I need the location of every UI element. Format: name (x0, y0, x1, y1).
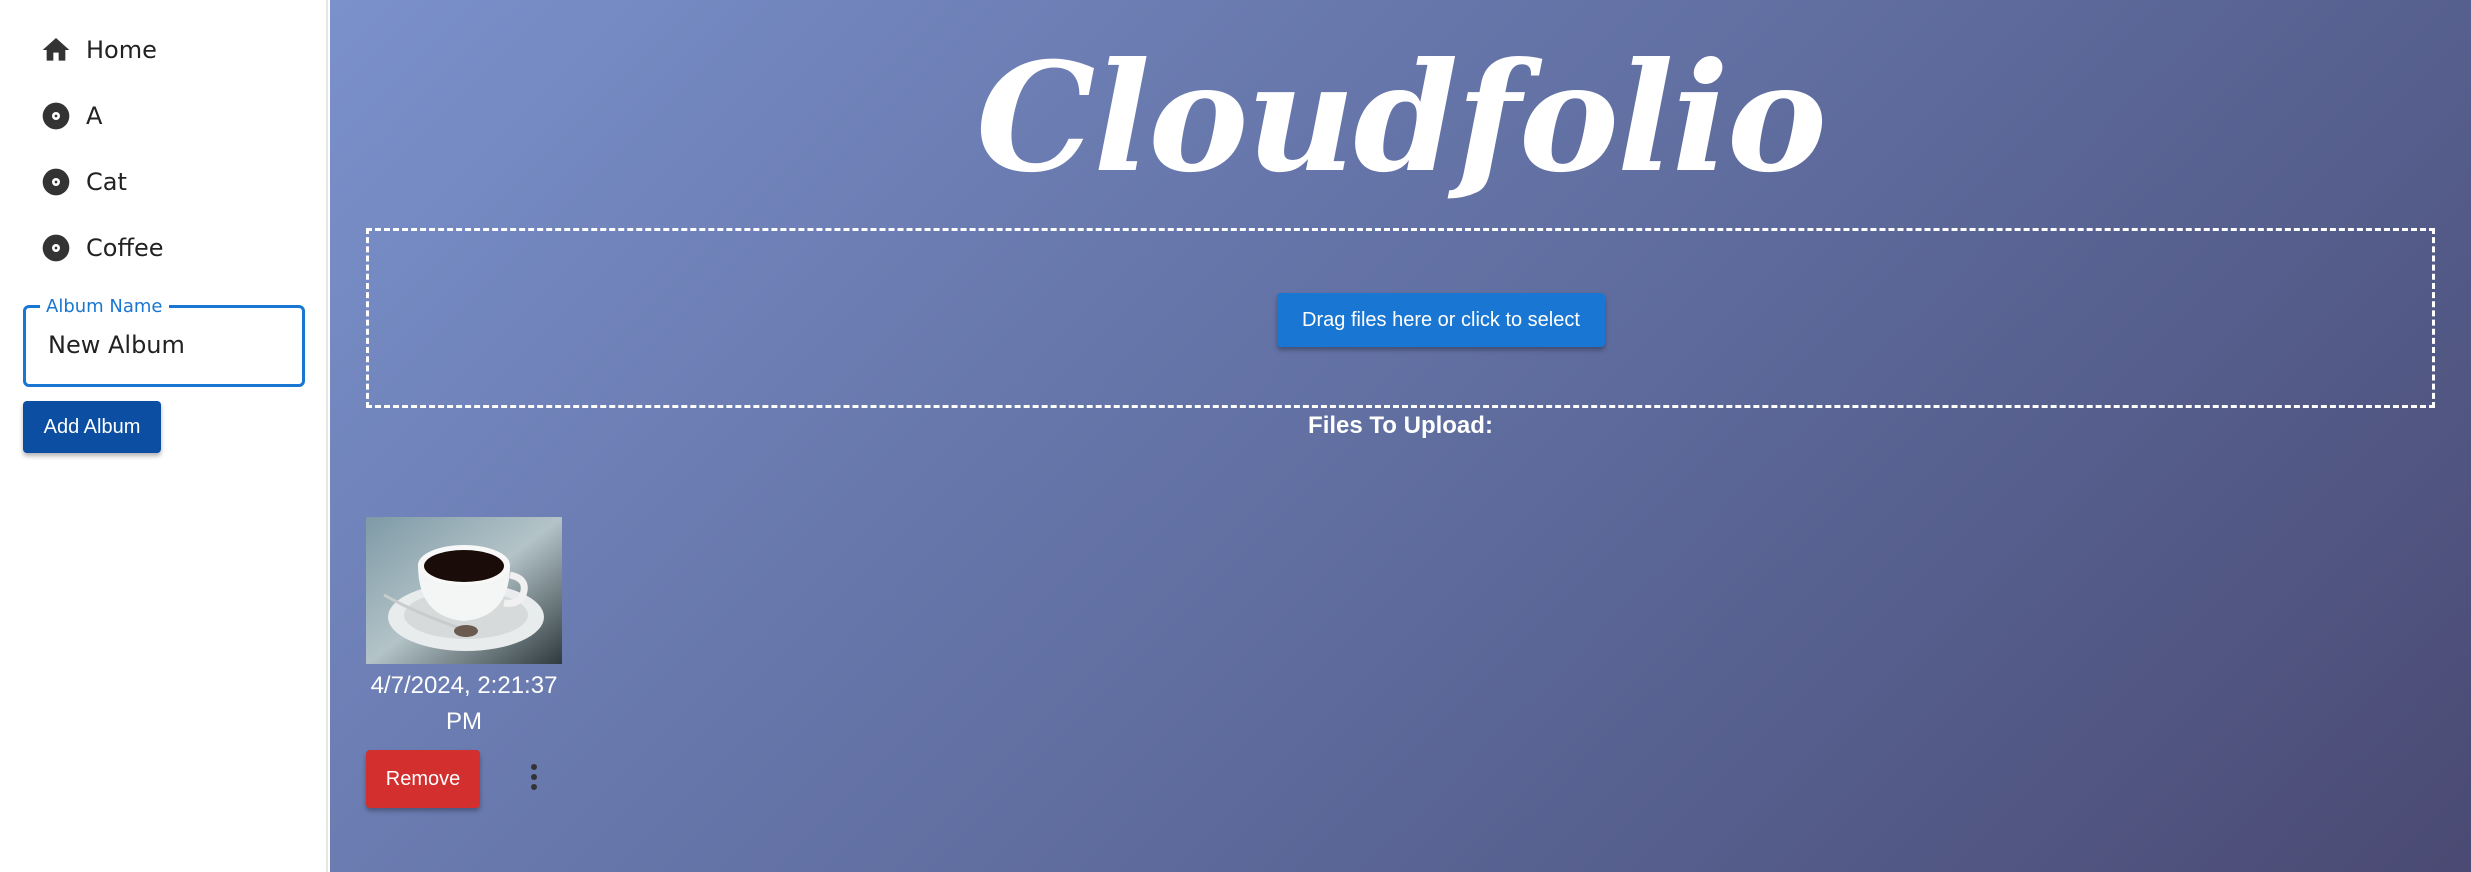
sidebar: Home A Cat Coffee Album Name Add Album (0, 0, 328, 872)
album-name-label: Album Name (40, 296, 169, 317)
sidebar-item-label: Coffee (86, 234, 164, 262)
main-content: Cloudfolio Drag files here or click to s… (330, 0, 2471, 872)
sidebar-item-label: A (86, 102, 103, 130)
more-vert-icon (530, 763, 538, 796)
brand-logo: Cloudfolio (976, 30, 1827, 206)
album-name-input[interactable] (46, 330, 290, 360)
sidebar-item-a[interactable]: A (40, 92, 102, 140)
album-name-field: Album Name (23, 296, 305, 387)
album-icon (40, 166, 72, 198)
sidebar-item-coffee[interactable]: Coffee (40, 224, 164, 272)
sidebar-item-label: Cat (86, 168, 127, 196)
sidebar-item-home[interactable]: Home (40, 26, 157, 74)
file-dropzone[interactable]: Drag files here or click to select (366, 228, 2435, 408)
add-album-button[interactable]: Add Album (23, 401, 161, 453)
app-root: Home A Cat Coffee Album Name Add Album (0, 0, 2471, 872)
file-thumbnail (366, 517, 562, 664)
home-icon (40, 34, 72, 66)
file-date: 4/7/2024, 2:21:37 PM (370, 672, 558, 735)
select-files-button[interactable]: Drag files here or click to select (1277, 293, 1605, 347)
remove-file-button[interactable]: Remove (366, 750, 480, 808)
more-options-button[interactable] (518, 763, 550, 795)
sidebar-item-label: Home (86, 36, 157, 64)
coffee-cup-image (366, 517, 562, 664)
files-to-upload-title: Files To Upload: (1308, 412, 1493, 439)
album-icon (40, 232, 72, 264)
album-icon (40, 100, 72, 132)
sidebar-item-cat[interactable]: Cat (40, 158, 127, 206)
